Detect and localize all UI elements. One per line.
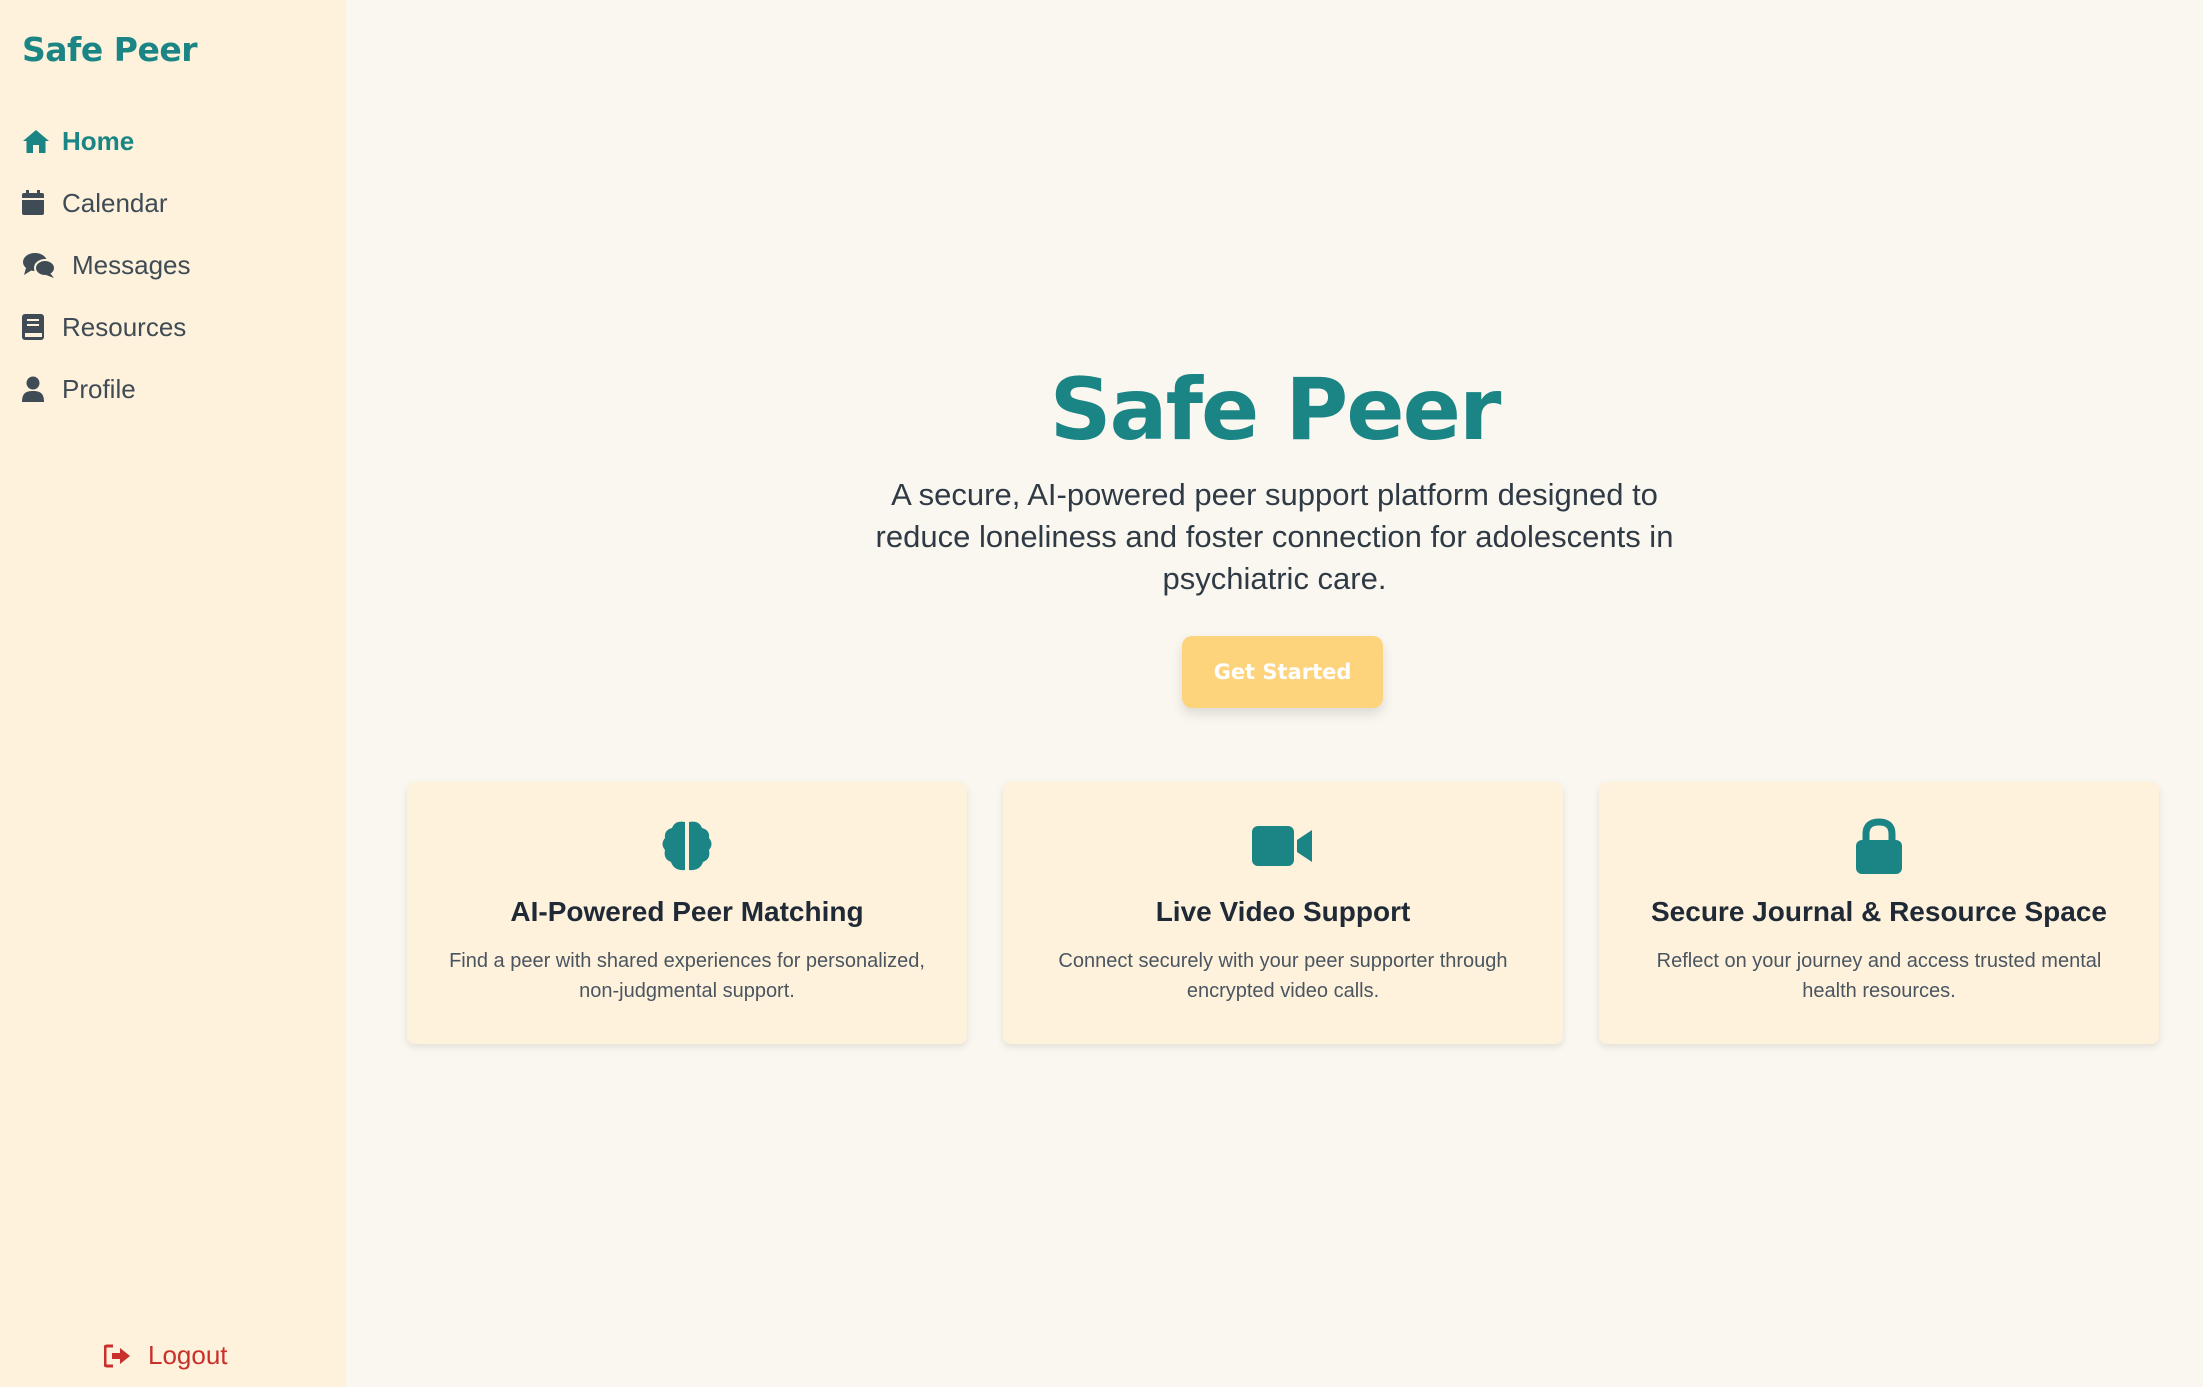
feature-description: Reflect on your journey and access trust… (1656, 950, 2102, 1002)
feature-card-secure-journal: Secure Journal & Resource Space Reflect … (1599, 782, 2159, 1044)
hero-subtitle: A secure, AI-powered peer support platfo… (875, 477, 1674, 596)
feature-description: Connect securely with your peer supporte… (1058, 950, 1508, 1002)
sidebar-item-label: Calendar (62, 188, 168, 218)
video-camera-icon (1003, 818, 1563, 874)
feature-title: AI-Powered Peer Matching (510, 896, 864, 927)
lock-icon (1599, 818, 2159, 874)
sidebar-item-profile[interactable]: Profile (22, 358, 191, 420)
app-shell: Safe Peer Home Calendar Messages Resourc… (0, 0, 2203, 1387)
calendar-icon (22, 188, 52, 218)
feature-description: Find a peer with shared experiences for … (449, 950, 925, 1002)
sidebar-item-home[interactable]: Home (22, 110, 191, 172)
home-icon (22, 126, 52, 156)
sidebar: Safe Peer Home Calendar Messages Resourc… (0, 0, 346, 1387)
chat-icon (22, 250, 62, 280)
sidebar-item-resources[interactable]: Resources (22, 296, 191, 358)
sidebar-item-messages[interactable]: Messages (22, 234, 191, 296)
main-content: Safe Peer A secure, AI-powered peer supp… (346, 0, 2203, 1387)
sidebar-item-label: Profile (62, 374, 136, 404)
feature-title: Live Video Support (1155, 896, 1411, 927)
feature-card-video-support: Live Video Support Connect securely with… (1003, 782, 1563, 1044)
sidebar-item-label: Home (62, 126, 135, 156)
sidebar-item-label: Messages (72, 250, 191, 280)
sidebar-nav: Home Calendar Messages Resources Profile (22, 110, 191, 420)
logout-button[interactable]: Logout (104, 1340, 228, 1371)
get-started-button[interactable]: Get Started (1182, 636, 1383, 708)
sidebar-brand[interactable]: Safe Peer (22, 30, 198, 69)
logout-icon (104, 1342, 134, 1370)
user-icon (22, 374, 52, 404)
logout-label: Logout (148, 1340, 228, 1370)
sidebar-item-calendar[interactable]: Calendar (22, 172, 191, 234)
feature-title: Secure Journal & Resource Space (1651, 896, 2107, 927)
book-icon (22, 312, 52, 342)
feature-cards: AI-Powered Peer Matching Find a peer wit… (407, 782, 2159, 1044)
hero-title: Safe Peer (1049, 360, 1502, 460)
feature-card-peer-matching: AI-Powered Peer Matching Find a peer wit… (407, 782, 967, 1044)
sidebar-item-label: Resources (62, 312, 187, 342)
brain-icon (407, 818, 967, 874)
